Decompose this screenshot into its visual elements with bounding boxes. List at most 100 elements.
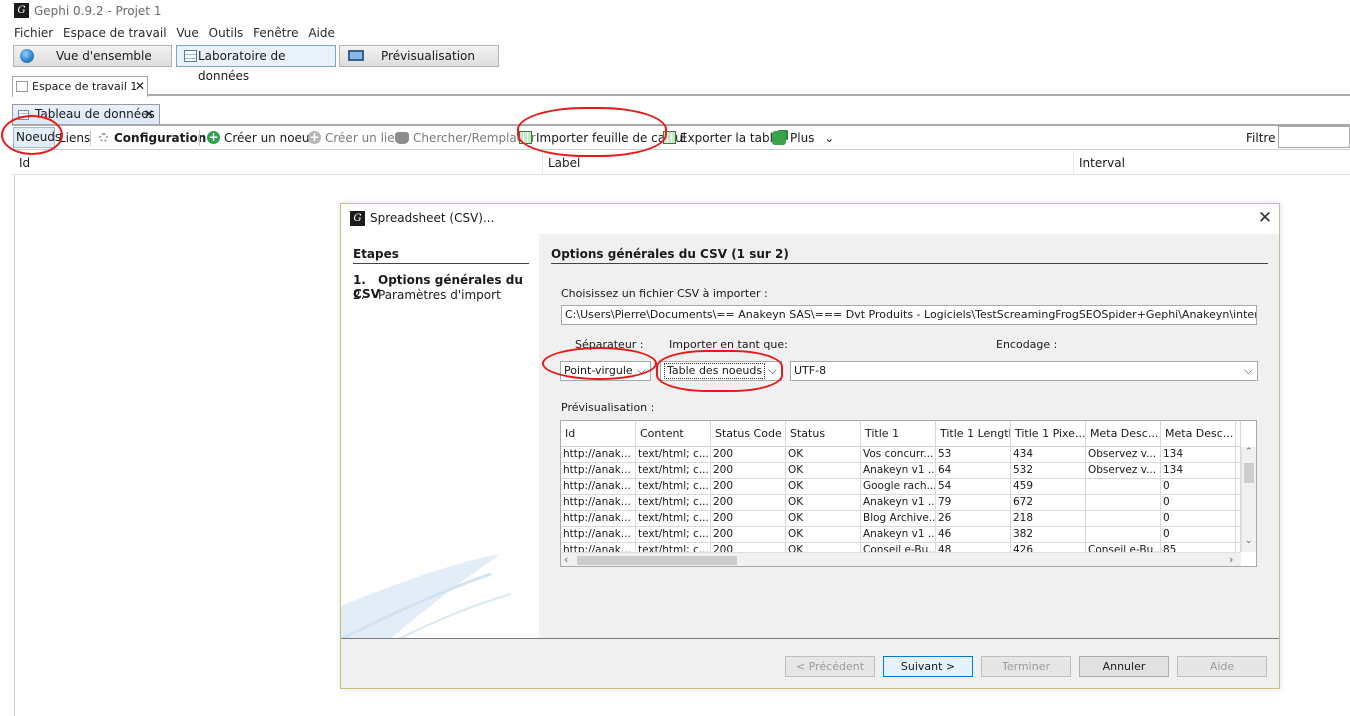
workspace-tab-label: Espace de travail 1 — [32, 80, 138, 93]
preview-table-cell: http://anak... — [561, 495, 636, 511]
title-bar: G Gephi 0.9.2 - Projet 1 — [0, 0, 1350, 23]
preview-table-cell: 53 — [936, 447, 1011, 463]
preview-table-cell: 200 — [711, 495, 786, 511]
overview-mode-label: Vue d'ensemble — [56, 49, 152, 63]
preview-table-cell: http://anak... — [561, 447, 636, 463]
preview-column-header — [1236, 421, 1241, 447]
preview-table-row[interactable]: http://anak... text/html; c... 200 OK Anakey… — [561, 463, 1241, 479]
preview-column-header[interactable]: Meta Desc... — [1086, 421, 1161, 447]
workspace-icon — [16, 81, 28, 92]
preview-table-cell: 200 — [711, 479, 786, 495]
export-table-label: Exporter la table — [680, 131, 781, 145]
preview-column-header[interactable]: Title 1 Length — [936, 421, 1011, 447]
scrollbar-thumb[interactable] — [577, 556, 737, 565]
menu-outils[interactable]: Outils — [207, 23, 246, 43]
preview-table-cell: 54 — [936, 479, 1011, 495]
preview-column-header[interactable]: Title 1 Pixe... — [1011, 421, 1086, 447]
finish-button[interactable]: Terminer — [981, 656, 1071, 677]
scroll-down-icon[interactable]: ⌄ — [1245, 536, 1253, 546]
preview-table-cell: Observez v... — [1086, 463, 1161, 479]
preview-column-header[interactable]: Status — [786, 421, 861, 447]
edges-toggle-button[interactable]: Liens — [59, 129, 90, 147]
preview-table-cell: Anakeyn v1 ... — [861, 527, 936, 543]
scrollbar-thumb[interactable] — [1244, 463, 1254, 483]
preview-table-cell: text/html; c... — [636, 447, 711, 463]
help-button[interactable]: Aide — [1177, 656, 1267, 677]
preview-table-cell: Observez v... — [1086, 447, 1161, 463]
configuration-button[interactable]: Configuration — [99, 129, 206, 147]
data-laboratory-mode-button[interactable]: Laboratoire de données — [176, 45, 336, 83]
previous-button[interactable]: < Précédent — [785, 656, 875, 677]
gephi-logo-icon: G — [350, 211, 365, 226]
preview-table-cell: 134 — [1161, 447, 1236, 463]
preview-column-header[interactable]: Content — [636, 421, 711, 447]
preview-table-header: Id Content Status Code Status Title 1 Ti… — [561, 421, 1241, 447]
create-edge-button[interactable]: Créer un lien — [308, 128, 402, 147]
table-left-border — [14, 175, 15, 716]
preview-table-row[interactable]: http://anak... text/html; c... 200 OK Vos co… — [561, 447, 1241, 463]
annotation-circle-nodes — [1, 115, 63, 155]
column-divider[interactable] — [542, 151, 543, 175]
dialog-close-icon[interactable]: ✕ — [1255, 208, 1275, 228]
preview-table-cell: 0 — [1161, 495, 1236, 511]
menu-aide[interactable]: Aide — [306, 23, 337, 43]
preview-column-header[interactable]: Title 1 — [861, 421, 936, 447]
preview-column-header[interactable]: Id — [561, 421, 636, 447]
scroll-up-icon[interactable]: ⌃ — [1245, 447, 1253, 457]
preview-table-row[interactable]: http://anak... text/html; c... 200 OK Blog A… — [561, 511, 1241, 527]
column-divider[interactable] — [1073, 151, 1074, 175]
create-node-button[interactable]: Créer un noeud — [207, 128, 318, 147]
menu-espace-de-travail[interactable]: Espace de travail — [61, 23, 169, 43]
column-header-id[interactable]: Id — [19, 156, 30, 170]
workspace-tab-strip — [12, 76, 1350, 96]
wizard-decoration — [341, 554, 512, 638]
preview-mode-button[interactable]: Prévisualisation — [339, 45, 499, 67]
create-node-label: Créer un noeud — [224, 131, 318, 145]
more-button[interactable]: Plus ⌄ — [772, 129, 834, 147]
preview-table-cell: OK — [786, 511, 861, 527]
preview-table-cell: 672 — [1011, 495, 1086, 511]
steps-title: Etapes — [353, 247, 399, 261]
file-path-field[interactable]: C:\Users\Pierre\Documents\== Anakeyn SAS… — [561, 305, 1257, 325]
column-header-label[interactable]: Label — [548, 156, 580, 170]
preview-table-cell: Vos concurr... — [861, 447, 936, 463]
data-table-toolbar: Noeuds Liens Configuration Créer un noeu… — [12, 126, 1350, 150]
preview-table-cell: 532 — [1011, 463, 1086, 479]
puzzle-icon — [772, 131, 786, 145]
workspace-tab-close-icon[interactable]: ✕ — [135, 77, 145, 96]
preview-horizontal-scrollbar[interactable]: ‹ › — [561, 552, 1241, 566]
workspace-tab[interactable]: Espace de travail 1 ✕ — [12, 76, 148, 97]
window-title: Gephi 0.9.2 - Projet 1 — [34, 4, 162, 18]
csv-import-dialog: G Spreadsheet (CSV)... ✕ Etapes 1. Option… — [340, 203, 1280, 689]
menu-fenetre[interactable]: Fenêtre — [251, 23, 300, 43]
data-table-tab-close-icon[interactable]: ✕ — [144, 105, 154, 124]
menu-vue[interactable]: Vue — [174, 23, 200, 43]
more-label: Plus — [790, 131, 815, 145]
column-header-interval[interactable]: Interval — [1079, 156, 1125, 170]
next-button[interactable]: Suivant > — [883, 656, 973, 677]
steps-title-underline — [353, 263, 529, 264]
encoding-select[interactable]: UTF-8 ⌵ — [790, 361, 1258, 381]
overview-mode-button[interactable]: Vue d'ensemble — [13, 45, 172, 67]
cancel-button[interactable]: Annuler — [1079, 656, 1169, 677]
wizard-step-2: 2. Paramètres d'import — [353, 288, 501, 302]
step-label: Paramètres d'import — [378, 288, 501, 302]
preview-table-cell — [1086, 479, 1161, 495]
preview-table-row[interactable]: http://anak... text/html; c... 200 OK Google… — [561, 479, 1241, 495]
preview-table-row[interactable]: http://anak... text/html; c... 200 OK Anakey… — [561, 527, 1241, 543]
scroll-left-icon[interactable]: ‹ — [564, 553, 568, 566]
menu-fichier[interactable]: Fichier — [12, 23, 55, 43]
preview-vertical-scrollbar[interactable]: ⌃ ⌄ — [1241, 447, 1256, 552]
filter-input[interactable] — [1278, 126, 1350, 148]
preview-table-cell: 0 — [1161, 527, 1236, 543]
preview-table-cell: OK — [786, 479, 861, 495]
menu-bar: Fichier Espace de travail Vue Outils Fen… — [0, 23, 1350, 43]
preview-column-header[interactable]: Meta Desc... — [1161, 421, 1236, 447]
monitor-icon — [348, 50, 364, 61]
search-replace-button[interactable]: Chercher/Remplacer — [395, 129, 536, 147]
scroll-right-icon[interactable]: › — [1229, 553, 1233, 566]
preview-column-header[interactable]: Status Code — [711, 421, 786, 447]
export-table-button[interactable]: Exporter la table — [663, 129, 780, 147]
table-icon — [184, 50, 197, 62]
preview-table-row[interactable]: http://anak... text/html; c... 200 OK Anakey… — [561, 495, 1241, 511]
